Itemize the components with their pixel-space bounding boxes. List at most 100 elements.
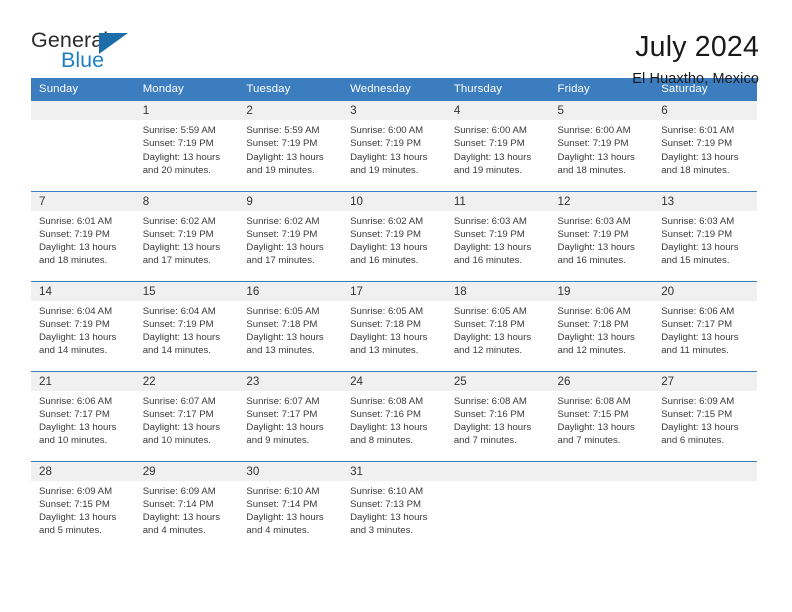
day-details: Sunrise: 6:08 AM Sunset: 7:15 PM Daylight:… [550,391,654,448]
day-number: 25 [445,371,550,391]
day-detail-sunset: Sunset: 7:13 PM [350,498,422,510]
day-cell-inner: 28 Sunrise: 6:09 AM Sunset: 7:15 PM Dayligh… [31,461,135,552]
calendar-day-cell[interactable]: 2 Sunrise: 5:59 AM Sunset: 7:19 PM Daylight… [238,101,343,191]
day-detail-daylight-2: and 19 minutes. [453,164,523,176]
day-details: Sunrise: 6:02 AM Sunset: 7:19 PM Daylight:… [238,211,342,268]
day-number: 21 [31,371,135,391]
day-detail-sunset: Sunset: 7:16 PM [350,408,422,420]
day-cell-inner: 4 Sunrise: 6:00 AM Sunset: 7:19 PM Daylight… [445,101,550,191]
calendar-day-cell[interactable]: 22 Sunrise: 6:07 AM Sunset: 7:17 PM Dayligh… [134,370,239,461]
calendar-day-cell[interactable]: 1 Sunrise: 5:59 AM Sunset: 7:19 PM Daylight… [134,101,239,191]
calendar-day-cell[interactable]: 5 Sunrise: 6:00 AM Sunset: 7:19 PM Daylight… [549,101,654,191]
calendar-day-cell[interactable]: 27 Sunrise: 6:09 AM Sunset: 7:15 PM Dayligh… [653,370,757,461]
calendar-day-cell[interactable]: 4 Sunrise: 6:00 AM Sunset: 7:19 PM Daylight… [445,101,550,191]
calendar-day-cell[interactable]: 26 Sunrise: 6:08 AM Sunset: 7:15 PM Dayligh… [549,370,654,461]
day-detail-daylight-1: Daylight: 13 hours [246,242,324,254]
calendar-day-cell[interactable]: 21 Sunrise: 6:06 AM Sunset: 7:17 PM Dayligh… [31,370,135,461]
day-cell-inner: 31 Sunrise: 6:10 AM Sunset: 7:13 PM Dayligh… [342,461,446,552]
day-detail-sunrise: Sunrise: 6:09 AM [661,395,735,407]
calendar-day-cell[interactable]: 30 Sunrise: 6:10 AM Sunset: 7:14 PM Dayligh… [238,460,343,551]
day-detail-daylight-2: and 7 minutes. [453,435,517,447]
page-header: General Blue July 2024 El Huaxtho, Mexic… [0,0,792,87]
day-detail-sunrise: Sunrise: 6:05 AM [453,305,527,317]
calendar-day-cell[interactable]: 13 Sunrise: 6:03 AM Sunset: 7:19 PM Dayligh… [653,190,757,281]
day-detail-sunset: Sunset: 7:19 PM [142,228,214,240]
title-block: July 2024 El Huaxtho, Mexico [632,30,759,87]
calendar-day-cell[interactable]: 6 Sunrise: 6:01 AM Sunset: 7:19 PM Daylight… [653,101,757,191]
calendar-day-cell[interactable]: 10 Sunrise: 6:02 AM Sunset: 7:19 PM Dayligh… [342,190,446,281]
day-number: 1 [134,101,239,120]
day-details: Sunrise: 6:03 AM Sunset: 7:19 PM Daylight:… [550,211,654,268]
day-cell-inner [31,101,135,191]
calendar-day-cell[interactable]: 25 Sunrise: 6:08 AM Sunset: 7:16 PM Dayligh… [445,370,550,461]
day-detail-daylight-1: Daylight: 13 hours [661,151,739,163]
calendar-day-cell[interactable]: 8 Sunrise: 6:02 AM Sunset: 7:19 PM Daylight… [134,190,239,281]
calendar-day-cell[interactable]: 28 Sunrise: 6:09 AM Sunset: 7:15 PM Dayligh… [31,460,135,552]
day-detail-sunset: Sunset: 7:17 PM [661,318,733,330]
day-details: Sunrise: 6:05 AM Sunset: 7:18 PM Daylight:… [238,301,342,358]
day-detail-daylight-1: Daylight: 13 hours [246,422,324,434]
day-detail-daylight-1: Daylight: 13 hours [39,332,117,344]
day-detail-daylight-1: Daylight: 13 hours [246,151,324,163]
day-detail-sunrise: Sunrise: 6:02 AM [246,215,320,227]
calendar-day-cell[interactable]: 3 Sunrise: 6:00 AM Sunset: 7:19 PM Daylight… [342,101,446,191]
day-cell-inner [549,461,654,552]
day-details: Sunrise: 6:09 AM Sunset: 7:15 PM Daylight:… [31,481,135,538]
calendar-day-cell[interactable]: 11 Sunrise: 6:03 AM Sunset: 7:19 PM Dayligh… [445,190,550,281]
day-detail-daylight-1: Daylight: 13 hours [142,332,221,344]
weekday-header-monday: Monday [134,78,239,101]
day-detail-sunset: Sunset: 7:16 PM [453,408,525,420]
calendar-day-cell[interactable]: 7 Sunrise: 6:01 AM Sunset: 7:19 PM Daylight… [31,190,135,281]
day-detail-sunrise: Sunrise: 6:04 AM [142,305,216,317]
day-detail-sunset: Sunset: 7:19 PM [557,138,629,150]
day-detail-daylight-1: Daylight: 13 hours [350,242,428,254]
day-cell-inner: 17 Sunrise: 6:05 AM Sunset: 7:18 PM Dayligh… [342,281,446,371]
day-details: Sunrise: 6:00 AM Sunset: 7:19 PM Daylight:… [446,120,550,177]
day-cell-inner: 22 Sunrise: 6:07 AM Sunset: 7:17 PM Dayligh… [134,371,239,461]
day-detail-sunset: Sunset: 7:18 PM [453,318,525,330]
calendar-day-cell[interactable]: 16 Sunrise: 6:05 AM Sunset: 7:18 PM Dayligh… [238,280,343,371]
day-cell-inner: 27 Sunrise: 6:09 AM Sunset: 7:15 PM Dayligh… [653,371,757,461]
calendar-day-cell[interactable]: 17 Sunrise: 6:05 AM Sunset: 7:18 PM Dayligh… [342,280,446,371]
day-number: 7 [31,191,135,211]
day-cell-inner: 2 Sunrise: 5:59 AM Sunset: 7:19 PM Daylight… [238,101,343,191]
day-cell-inner [445,461,550,552]
day-details: Sunrise: 6:06 AM Sunset: 7:17 PM Daylight:… [31,391,135,448]
day-number: 6 [653,101,757,120]
general-blue-logo[interactable]: General Blue [31,29,136,78]
weekday-header-wednesday: Wednesday [342,78,446,101]
day-number: 14 [31,281,135,301]
calendar-day-cell[interactable]: 9 Sunrise: 6:02 AM Sunset: 7:19 PM Daylight… [238,190,343,281]
day-detail-sunrise: Sunrise: 6:04 AM [39,305,113,317]
day-detail-sunrise: Sunrise: 6:09 AM [39,485,113,497]
logo-text-blue: Blue [61,48,105,72]
day-number: 19 [549,281,654,301]
calendar-day-cell[interactable]: 31 Sunrise: 6:10 AM Sunset: 7:13 PM Dayligh… [342,460,446,552]
day-detail-daylight-2: and 13 minutes. [246,345,315,357]
day-cell-inner: 24 Sunrise: 6:08 AM Sunset: 7:16 PM Dayligh… [342,371,446,461]
day-number: 17 [342,281,446,301]
day-detail-daylight-2: and 19 minutes. [350,164,419,176]
day-detail-sunrise: Sunrise: 6:07 AM [246,395,320,407]
day-detail-daylight-2: and 16 minutes. [453,255,523,267]
calendar-day-cell[interactable]: 15 Sunrise: 6:04 AM Sunset: 7:19 PM Dayligh… [134,280,239,371]
calendar-body: 1 Sunrise: 5:59 AM Sunset: 7:19 PM Daylight… [31,101,757,551]
calendar-day-cell[interactable]: 12 Sunrise: 6:03 AM Sunset: 7:19 PM Dayligh… [549,190,654,281]
day-number: 27 [653,371,757,391]
day-number: 22 [134,371,239,391]
day-number [653,461,757,481]
calendar-day-cell[interactable]: 20 Sunrise: 6:06 AM Sunset: 7:17 PM Dayligh… [653,280,757,371]
calendar-day-cell[interactable]: 23 Sunrise: 6:07 AM Sunset: 7:17 PM Dayligh… [238,370,343,461]
day-cell-inner: 6 Sunrise: 6:01 AM Sunset: 7:19 PM Daylight… [653,101,757,191]
calendar-day-cell[interactable]: 24 Sunrise: 6:08 AM Sunset: 7:16 PM Dayligh… [342,370,446,461]
calendar-day-cell[interactable]: 19 Sunrise: 6:06 AM Sunset: 7:18 PM Dayligh… [549,280,654,371]
calendar-day-cell[interactable]: 29 Sunrise: 6:09 AM Sunset: 7:14 PM Dayligh… [134,460,239,551]
calendar-day-cell[interactable]: 14 Sunrise: 6:04 AM Sunset: 7:19 PM Dayligh… [31,280,135,371]
day-detail-sunset: Sunset: 7:19 PM [39,318,110,330]
day-detail-daylight-2: and 17 minutes. [142,255,211,267]
day-number: 11 [445,191,550,211]
day-detail-daylight-1: Daylight: 13 hours [350,151,428,163]
day-details: Sunrise: 6:10 AM Sunset: 7:14 PM Daylight:… [238,481,342,538]
day-cell-inner: 13 Sunrise: 6:03 AM Sunset: 7:19 PM Dayligh… [653,191,757,281]
calendar-day-cell[interactable]: 18 Sunrise: 6:05 AM Sunset: 7:18 PM Dayligh… [445,280,550,371]
